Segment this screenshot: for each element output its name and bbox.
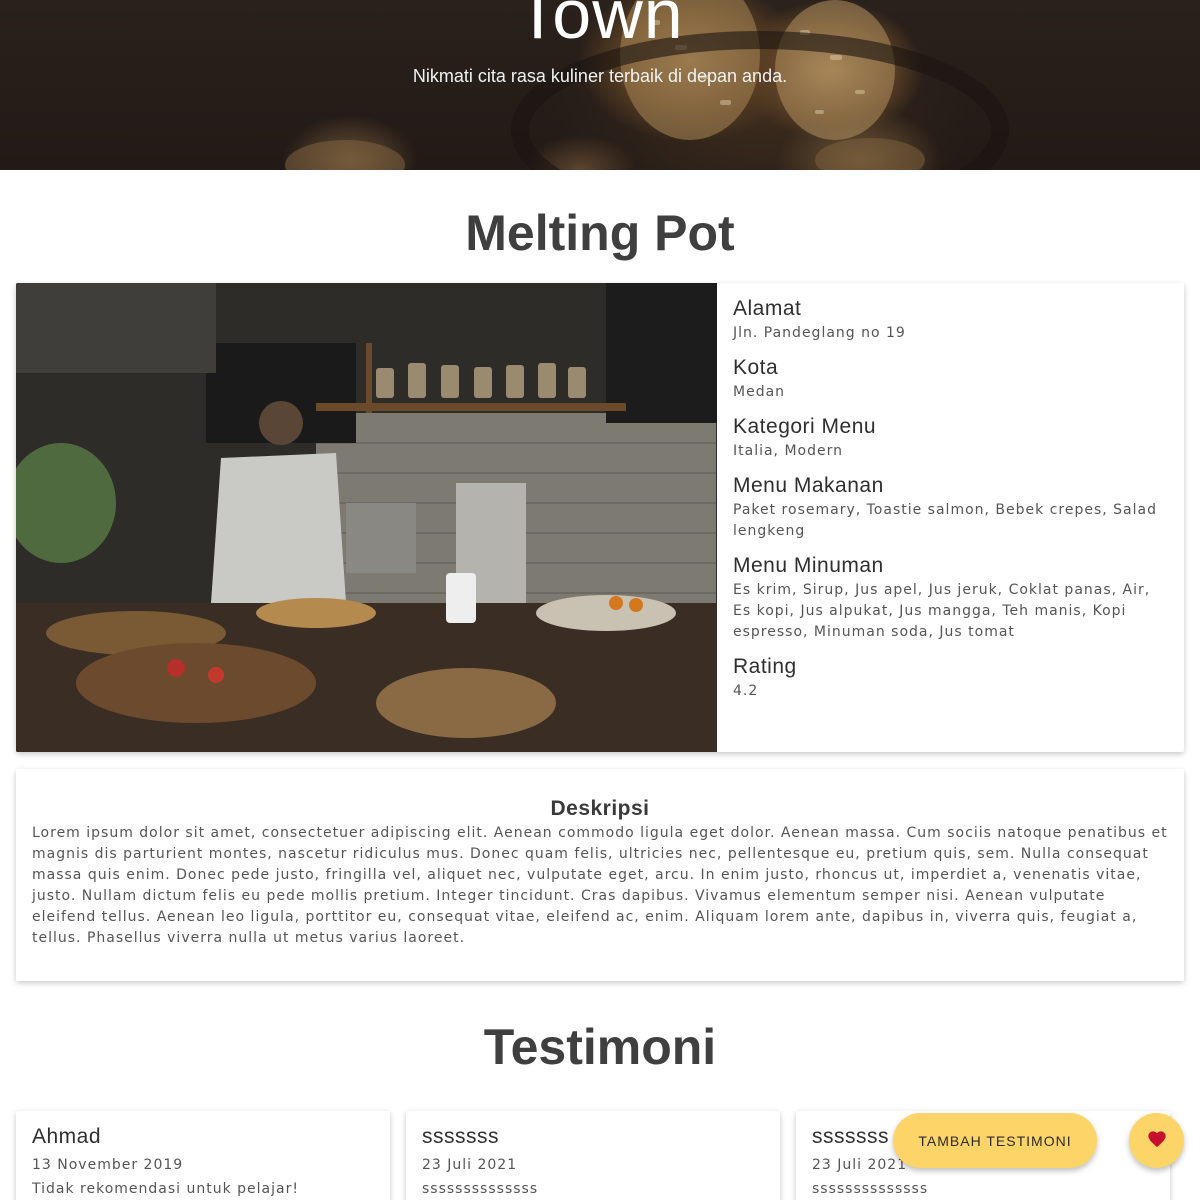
info-value: 4.2 <box>733 683 759 699</box>
testimonial-name: Ahmad <box>32 1125 102 1148</box>
info-label: Alamat <box>733 297 802 320</box>
restaurant-name: Melting Pot <box>465 205 735 261</box>
info-city: Kota Medan <box>733 354 1173 403</box>
testimonial-text: Tidak rekomendasi untuk pelajar! <box>32 1181 299 1197</box>
testimonial-text: ssssssssssssss <box>812 1181 929 1197</box>
favorite-button[interactable] <box>1129 1113 1184 1168</box>
testimonial-card: Ahmad 13 November 2019 Tidak rekomendasi… <box>16 1111 390 1200</box>
info-label: Kota <box>733 356 779 379</box>
restaurant-info: Alamat Jln. Pandeglang no 19 Kota Medan … <box>733 295 1173 712</box>
description-text: Lorem ipsum dolor sit amet, consectetuer… <box>32 825 1168 946</box>
testimonials-title: Testimoni <box>483 1019 717 1075</box>
info-label: Rating <box>733 655 797 678</box>
info-address: Alamat Jln. Pandeglang no 19 <box>733 295 1173 344</box>
info-rating: Rating 4.2 <box>733 653 1173 702</box>
hero-title: Town <box>516 0 684 53</box>
info-food-menu: Menu Makanan Paket rosemary, Toastie sal… <box>733 472 1173 542</box>
heart-icon <box>1147 1130 1167 1152</box>
hero-subtitle: Nikmati cita rasa kuliner terbaik di dep… <box>412 66 788 86</box>
testimonial-date: 13 November 2019 <box>32 1157 184 1173</box>
testimonial-name: sssssss <box>422 1125 499 1148</box>
info-value: Jln. Pandeglang no 19 <box>733 325 906 341</box>
info-value: Italia, Modern <box>733 443 843 459</box>
testimonial-card: sssssss 23 Juli 2021 ssssssssssssss <box>406 1111 780 1200</box>
info-drink-menu: Menu Minuman Es krim, Sirup, Jus apel, J… <box>733 552 1173 643</box>
info-label: Kategori Menu <box>733 415 877 438</box>
testimonial-date: 23 Juli 2021 <box>422 1157 518 1173</box>
description-title: Deskripsi <box>550 797 650 820</box>
info-label: Menu Makanan <box>733 474 884 497</box>
info-category: Kategori Menu Italia, Modern <box>733 413 1173 462</box>
hero-banner: Town Nikmati cita rasa kuliner terbaik d… <box>0 0 1200 170</box>
testimonial-text: ssssssssssssss <box>422 1181 539 1197</box>
restaurant-detail-card: Alamat Jln. Pandeglang no 19 Kota Medan … <box>16 283 1184 752</box>
info-value: Paket rosemary, Toastie salmon, Bebek cr… <box>733 502 1157 539</box>
add-testimonial-button[interactable]: TAMBAH TESTIMONI <box>893 1113 1097 1168</box>
info-label: Menu Minuman <box>733 554 884 577</box>
restaurant-photo <box>16 283 717 752</box>
restaurant-kitchen-image <box>16 283 717 752</box>
description-card: Deskripsi Lorem ipsum dolor sit amet, co… <box>16 769 1184 981</box>
info-value: Medan <box>733 384 786 400</box>
info-value: Es krim, Sirup, Jus apel, Jus jeruk, Cok… <box>733 582 1151 640</box>
